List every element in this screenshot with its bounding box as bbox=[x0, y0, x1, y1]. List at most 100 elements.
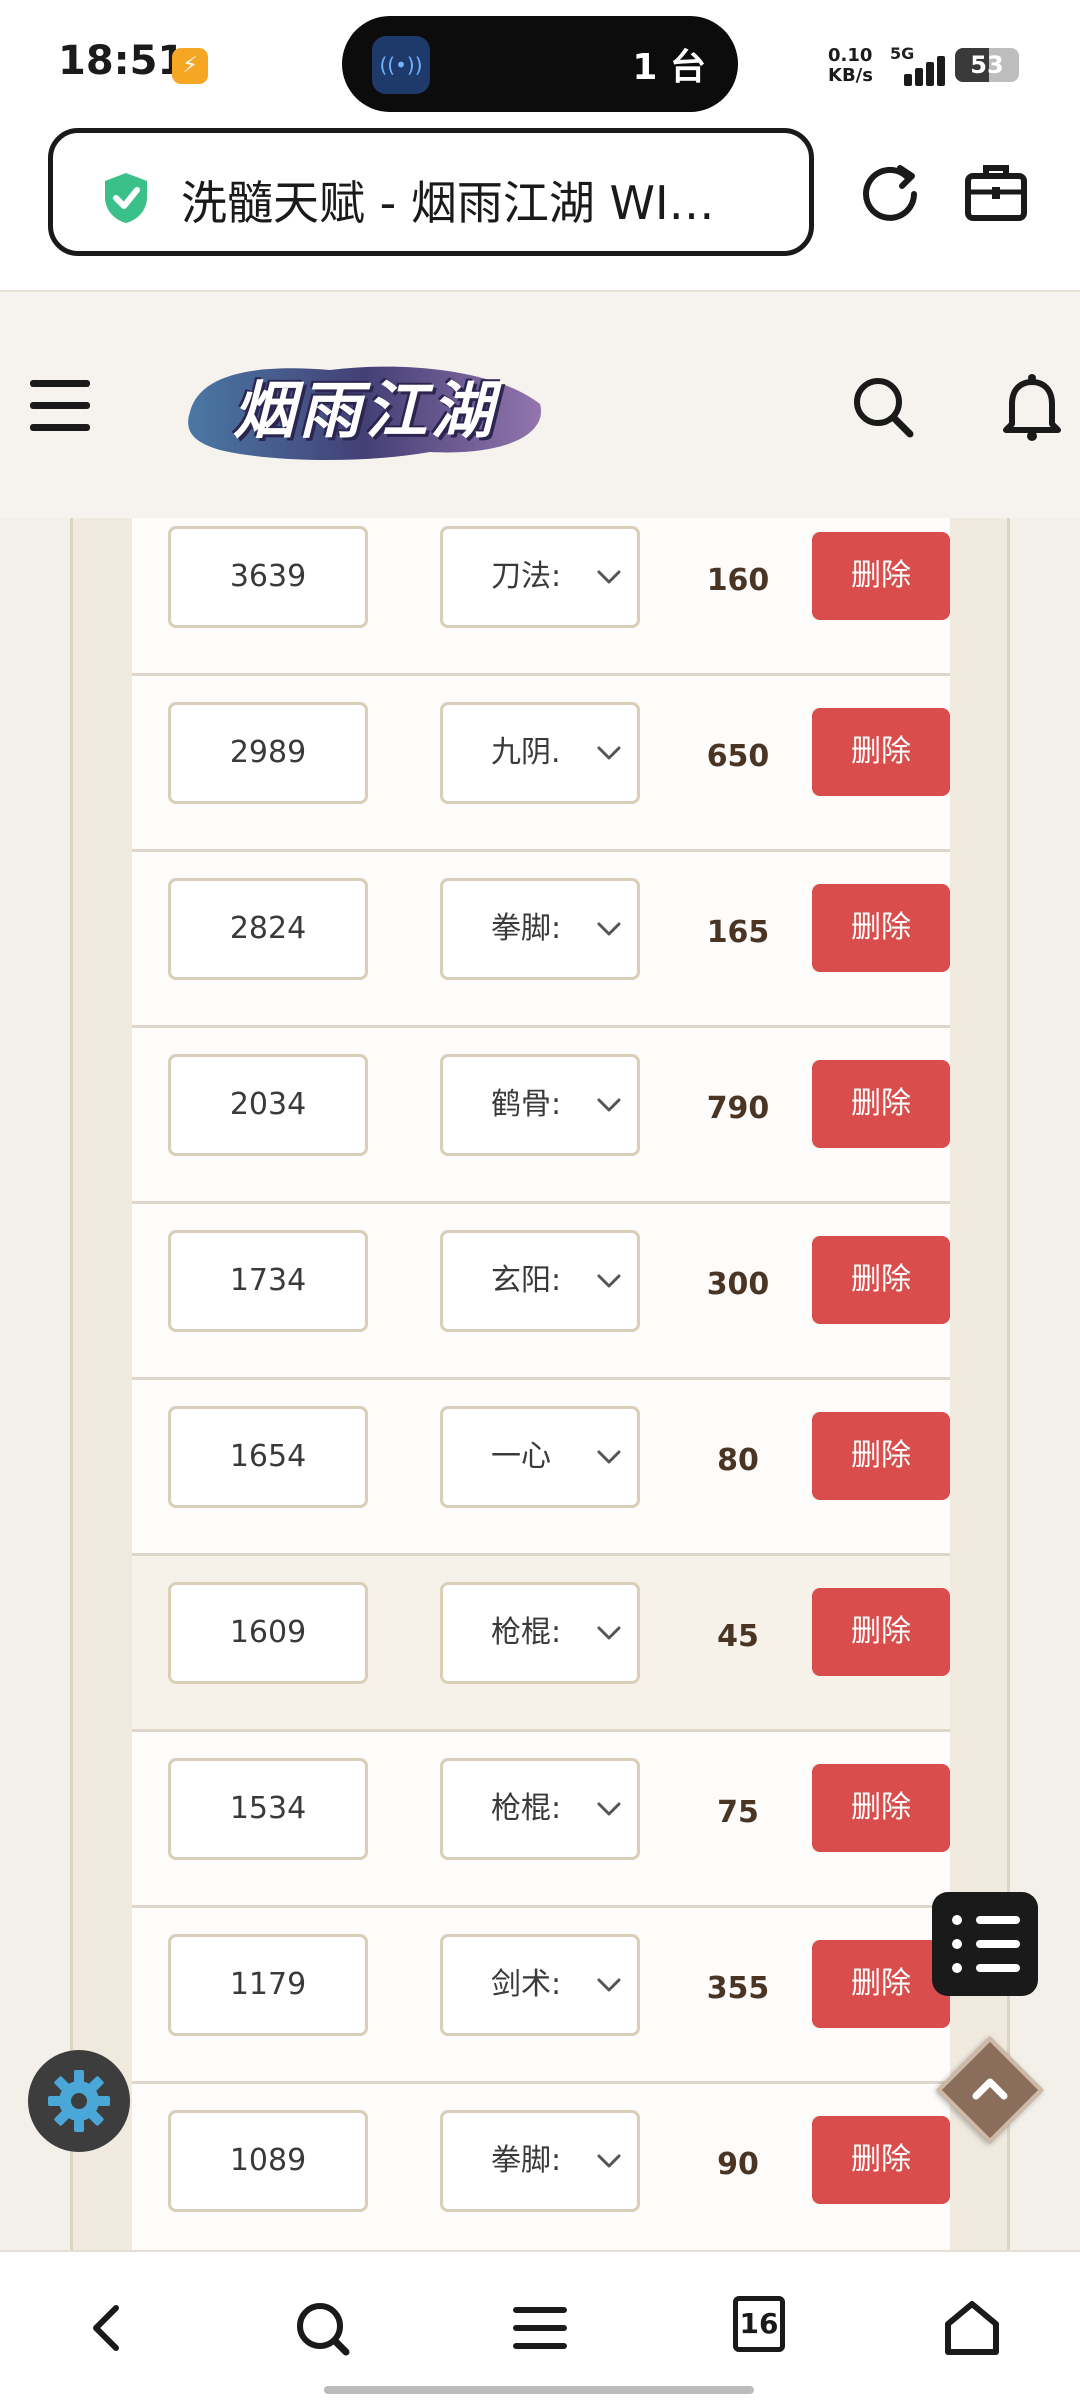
battery-icon: 53 bbox=[955, 48, 1019, 82]
skill-select-value: 九阴. bbox=[491, 735, 561, 770]
skill-select-value: 刀法: bbox=[491, 559, 561, 594]
reload-icon[interactable] bbox=[856, 158, 924, 226]
talent-id-input[interactable]: 1534 bbox=[168, 1758, 368, 1860]
talent-value: 790 bbox=[706, 1091, 770, 1126]
delete-button[interactable]: 删除 bbox=[812, 532, 950, 620]
site-header: 烟雨江湖 bbox=[0, 292, 1080, 518]
chevron-down-icon bbox=[597, 1098, 621, 1112]
talent-id-input[interactable]: 1089 bbox=[168, 2110, 368, 2212]
delete-button[interactable]: 删除 bbox=[812, 1236, 950, 1324]
skill-select[interactable]: 玄阳: bbox=[440, 1230, 640, 1332]
network-speed-value: 0.10 bbox=[828, 45, 873, 66]
skill-select-value: 玄阳: bbox=[491, 1263, 561, 1298]
table-row: 2989 九阴. 650 删除 bbox=[132, 676, 950, 852]
menu-icon[interactable] bbox=[508, 2296, 572, 2360]
table-row: 2034 鹤骨: 790 删除 bbox=[132, 1028, 950, 1204]
cast-icon: ((•)) bbox=[372, 36, 430, 94]
search-icon[interactable] bbox=[850, 374, 916, 440]
chevron-down-icon bbox=[597, 2154, 621, 2168]
talent-value: 160 bbox=[706, 563, 770, 598]
chevron-down-icon bbox=[597, 1978, 621, 1992]
island-text: 1 台 bbox=[632, 47, 706, 88]
search-icon[interactable] bbox=[290, 2296, 354, 2360]
gear-icon bbox=[48, 2070, 110, 2132]
chevron-up-icon bbox=[972, 2078, 1008, 2100]
table-row: 1734 玄阳: 300 删除 bbox=[132, 1204, 950, 1380]
talent-table: 3639 刀法: 160 删除 2989 九阴. 650 删除 2824 拳脚: 165 删除 2034… bbox=[132, 518, 950, 2250]
delete-button[interactable]: 删除 bbox=[812, 1764, 950, 1852]
site-logo[interactable]: 烟雨江湖 bbox=[180, 352, 550, 470]
delete-button[interactable]: 删除 bbox=[812, 708, 950, 796]
battery-level: 53 bbox=[970, 51, 1004, 79]
chevron-down-icon bbox=[597, 1802, 621, 1816]
status-time: 18:51 bbox=[58, 38, 186, 84]
network-speed: 0.10 KB/s bbox=[828, 46, 873, 86]
skill-select-value: 枪棍: bbox=[491, 1791, 561, 1826]
bell-icon[interactable] bbox=[1000, 372, 1064, 442]
dynamic-island[interactable]: ((•)) 1 台 bbox=[342, 16, 738, 112]
table-row: 1179 剑术: 355 删除 bbox=[132, 1908, 950, 2084]
delete-button[interactable]: 删除 bbox=[812, 1412, 950, 1500]
chevron-down-icon bbox=[597, 1450, 621, 1464]
logo-text: 烟雨江湖 bbox=[232, 374, 497, 447]
network-speed-unit: KB/s bbox=[828, 65, 873, 86]
skill-select[interactable]: 刀法: bbox=[440, 526, 640, 628]
toc-list-button[interactable] bbox=[932, 1892, 1038, 1996]
table-row: 1609 枪棍: 45 删除 bbox=[132, 1556, 950, 1732]
table-row: 1089 拳脚: 90 删除 bbox=[132, 2084, 950, 2250]
skill-select[interactable]: 拳脚: bbox=[440, 2110, 640, 2212]
home-icon[interactable] bbox=[940, 2296, 1004, 2360]
talent-id-input[interactable]: 3639 bbox=[168, 526, 368, 628]
signal-icon: 5G bbox=[890, 44, 946, 86]
shield-check-icon bbox=[105, 173, 147, 223]
table-row: 1534 枪棍: 75 删除 bbox=[132, 1732, 950, 1908]
app-notification-icon: ⚡ bbox=[172, 48, 208, 84]
delete-button[interactable]: 删除 bbox=[812, 1060, 950, 1148]
chevron-down-icon bbox=[597, 746, 621, 760]
skill-select[interactable]: 一心 bbox=[440, 1406, 640, 1508]
delete-button[interactable]: 删除 bbox=[812, 2116, 950, 2204]
main-content[interactable]: 3639 刀法: 160 删除 2989 九阴. 650 删除 2824 拳脚: 165 删除 2034… bbox=[0, 518, 1080, 2250]
delete-button[interactable]: 删除 bbox=[812, 1940, 950, 2028]
talent-value: 650 bbox=[706, 739, 770, 774]
skill-select-value: 拳脚: bbox=[491, 2143, 561, 2178]
menu-icon[interactable] bbox=[30, 380, 90, 432]
talent-value: 75 bbox=[717, 1795, 759, 1830]
chevron-down-icon bbox=[597, 1274, 621, 1288]
chevron-down-icon bbox=[597, 570, 621, 584]
skill-select[interactable]: 拳脚: bbox=[440, 878, 640, 980]
talent-id-input[interactable]: 1179 bbox=[168, 1934, 368, 2036]
talent-id-input[interactable]: 2034 bbox=[168, 1054, 368, 1156]
tabs-icon[interactable]: 16 bbox=[733, 2296, 785, 2352]
settings-button[interactable] bbox=[28, 2050, 130, 2152]
back-icon[interactable] bbox=[76, 2296, 140, 2360]
skill-select[interactable]: 剑术: bbox=[440, 1934, 640, 2036]
delete-button[interactable]: 删除 bbox=[812, 884, 950, 972]
skill-select-value: 枪棍: bbox=[491, 1615, 561, 1650]
delete-button[interactable]: 删除 bbox=[812, 1588, 950, 1676]
talent-id-input[interactable]: 2824 bbox=[168, 878, 368, 980]
skill-select[interactable]: 九阴. bbox=[440, 702, 640, 804]
talent-value: 45 bbox=[717, 1619, 759, 1654]
talent-id-input[interactable]: 1734 bbox=[168, 1230, 368, 1332]
address-bar[interactable]: 洗髓天赋 - 烟雨江湖 WI… bbox=[48, 128, 814, 256]
talent-value: 90 bbox=[717, 2147, 759, 2182]
skill-select[interactable]: 枪棍: bbox=[440, 1582, 640, 1684]
table-row: 3639 刀法: 160 删除 bbox=[132, 518, 950, 676]
talent-id-input[interactable]: 1654 bbox=[168, 1406, 368, 1508]
talent-value: 300 bbox=[706, 1267, 770, 1302]
home-indicator[interactable] bbox=[324, 2386, 754, 2394]
skill-select-value: 一心 bbox=[491, 1439, 551, 1474]
toolbox-icon[interactable] bbox=[962, 158, 1030, 226]
table-row: 1654 一心 80 删除 bbox=[132, 1380, 950, 1556]
skill-select-value: 鹤骨: bbox=[491, 1087, 561, 1122]
bottom-navigation: 16 bbox=[0, 2250, 1080, 2400]
skill-select[interactable]: 鹤骨: bbox=[440, 1054, 640, 1156]
talent-id-input[interactable]: 2989 bbox=[168, 702, 368, 804]
chevron-down-icon bbox=[597, 1626, 621, 1640]
talent-id-input[interactable]: 1609 bbox=[168, 1582, 368, 1684]
browser-toolbar: 洗髓天赋 - 烟雨江湖 WI… bbox=[0, 128, 1080, 292]
talent-value: 165 bbox=[706, 915, 770, 950]
talent-value: 80 bbox=[717, 1443, 759, 1478]
skill-select[interactable]: 枪棍: bbox=[440, 1758, 640, 1860]
